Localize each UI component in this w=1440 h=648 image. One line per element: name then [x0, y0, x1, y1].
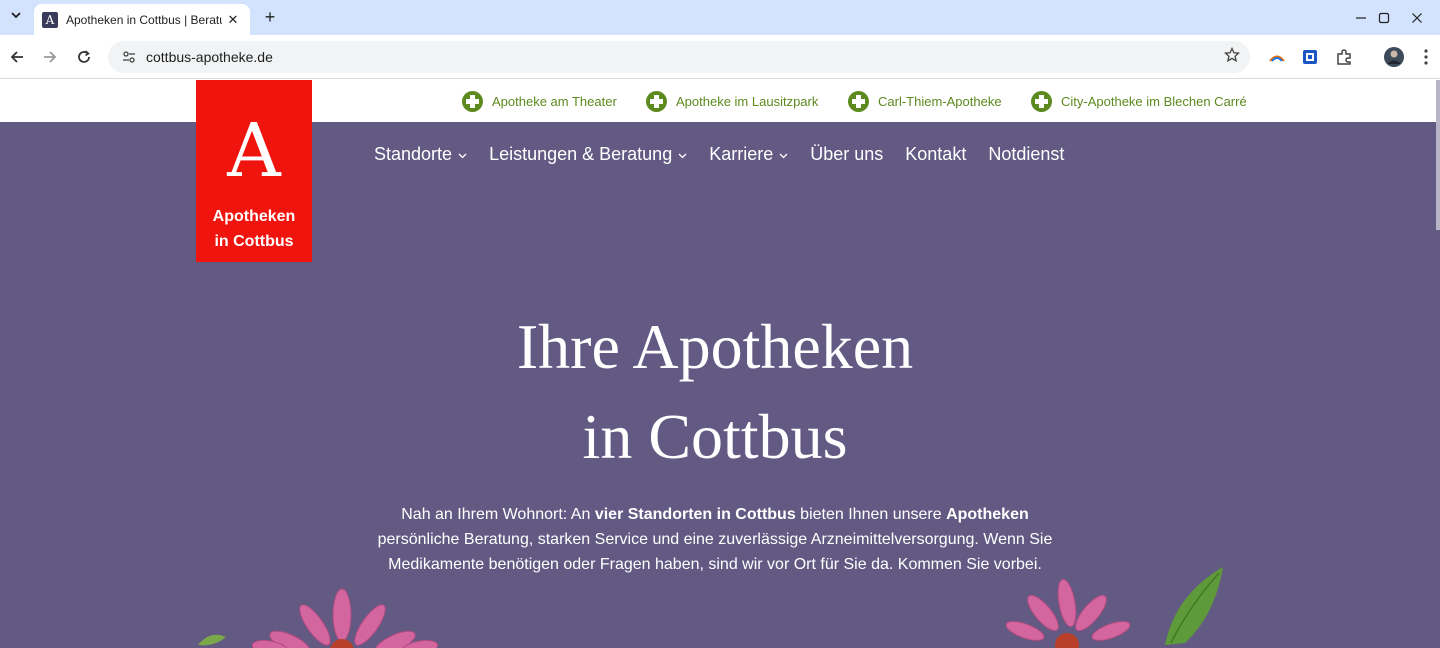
- main-navigation: Standorte Leistungen & Beratung Karriere…: [374, 144, 1064, 165]
- hero-text-part: persönliche Beratung, starken Service un…: [377, 531, 1053, 573]
- location-label: Carl-Thiem-Apotheke: [878, 94, 1002, 109]
- nav-label: Kontakt: [905, 144, 967, 164]
- browser-toolbar: cottbus-apotheke.de: [0, 35, 1440, 79]
- bookmark-star-icon[interactable]: [1223, 46, 1241, 68]
- chevron-down-icon: [10, 8, 22, 26]
- site-logo[interactable]: A Apotheken in Cottbus: [196, 80, 312, 262]
- chevron-down-icon: [779, 153, 788, 159]
- nav-label: Leistungen & Beratung: [489, 144, 673, 164]
- extensions-puzzle-icon[interactable]: [1332, 45, 1356, 69]
- chevron-down-icon: [458, 153, 467, 159]
- hero-text-bold: vier Standorten in Cottbus: [594, 506, 796, 523]
- pharmacy-cross-icon: [646, 91, 667, 112]
- hero-title: Ihre Apotheken in Cottbus: [0, 302, 1430, 482]
- reload-button[interactable]: [70, 43, 98, 71]
- location-link-carl-thiem[interactable]: Carl-Thiem-Apotheke: [848, 91, 1002, 112]
- tab-search-button[interactable]: [4, 5, 28, 29]
- arrow-left-icon: [10, 51, 23, 63]
- logo-line-1: Apotheken: [212, 208, 296, 225]
- forward-button[interactable]: [36, 43, 64, 71]
- profile-avatar-icon[interactable]: [1382, 45, 1406, 69]
- tab-title: Apotheken in Cottbus | Beratung: [66, 12, 222, 27]
- location-link-lausitzpark[interactable]: Apotheke im Lausitzpark: [646, 91, 818, 112]
- nav-item-standorte[interactable]: Standorte: [374, 144, 467, 165]
- page-content: Apotheke am Theater Apotheke im Lausitzp…: [0, 80, 1440, 648]
- logo-letter: A: [227, 108, 281, 194]
- reload-icon: [78, 50, 90, 63]
- tab-close-button[interactable]: ✕: [224, 12, 242, 28]
- nav-label: Karriere: [709, 144, 774, 164]
- page-scrollbar[interactable]: [1436, 80, 1440, 230]
- nav-label: Standorte: [374, 144, 453, 164]
- nav-item-notdienst[interactable]: Notdienst: [988, 144, 1064, 165]
- pharmacy-cross-icon: [848, 91, 869, 112]
- hero-title-line-2: in Cottbus: [582, 401, 848, 472]
- flower-right-illustration: [1005, 567, 1223, 648]
- hero-text-bold: Apotheken: [946, 506, 1029, 523]
- nav-label: Notdienst: [988, 144, 1065, 164]
- nav-label: Über uns: [810, 144, 884, 164]
- location-link-city[interactable]: City-Apotheke im Blechen Carré: [1031, 91, 1247, 112]
- arrow-right-icon: [44, 51, 57, 63]
- url-text: cottbus-apotheke.de: [146, 49, 273, 65]
- hero-text-part: Nah an Ihrem Wohnort: An: [401, 506, 595, 523]
- hero-intro-text: Nah an Ihrem Wohnort: An vier Standorten…: [370, 502, 1060, 577]
- browser-menu-icon[interactable]: [1414, 45, 1438, 69]
- location-label: Apotheke im Lausitzpark: [676, 94, 819, 109]
- browser-tab-active[interactable]: A Apotheken in Cottbus | Beratung ✕: [34, 4, 250, 35]
- hero-text-part: bieten Ihnen unsere: [795, 506, 947, 523]
- back-button[interactable]: [3, 43, 31, 71]
- browser-tab-strip: A Apotheken in Cottbus | Beratung ✕ +: [0, 0, 1440, 35]
- favicon-icon: A: [42, 11, 58, 28]
- location-label: Apotheke am Theater: [492, 94, 617, 109]
- extension-rainbow-icon[interactable]: [1265, 45, 1289, 69]
- maximize-icon: [1378, 12, 1390, 23]
- close-icon: [1412, 12, 1422, 23]
- nav-item-leistungen[interactable]: Leistungen & Beratung: [489, 144, 687, 165]
- nav-item-ueber-uns[interactable]: Über uns: [810, 144, 883, 165]
- location-label: City-Apotheke im Blechen Carré: [1061, 94, 1247, 109]
- location-link-theater[interactable]: Apotheke am Theater: [462, 91, 617, 112]
- nav-item-kontakt[interactable]: Kontakt: [905, 144, 966, 165]
- pharmacy-cross-icon: [462, 91, 483, 112]
- flower-left-illustration: [198, 588, 439, 648]
- address-bar[interactable]: cottbus-apotheke.de: [108, 41, 1250, 73]
- hero-title-line-1: Ihre Apotheken: [516, 311, 914, 382]
- extension-blue-box-icon[interactable]: [1298, 45, 1322, 69]
- nav-item-karriere[interactable]: Karriere: [709, 144, 788, 165]
- pharmacy-cross-icon: [1031, 91, 1052, 112]
- logo-line-2: in Cottbus: [214, 233, 294, 250]
- site-info-icon[interactable]: [120, 48, 138, 66]
- new-tab-button[interactable]: +: [258, 5, 282, 29]
- chevron-down-icon: [678, 153, 687, 159]
- close-window-button[interactable]: [1394, 0, 1440, 35]
